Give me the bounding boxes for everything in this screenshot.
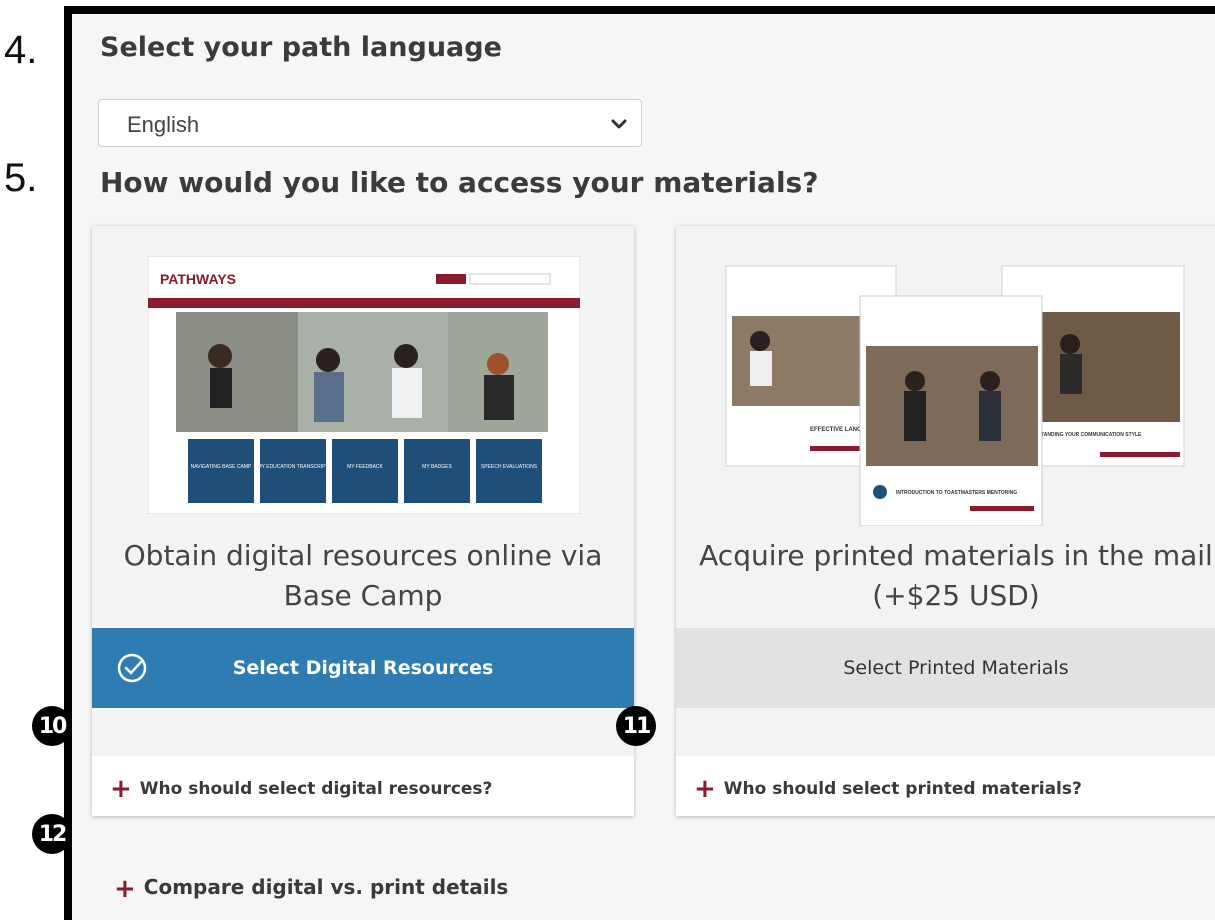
select-printed-materials-button[interactable]: Select Printed Materials <box>676 628 1215 708</box>
digital-faq-toggle[interactable]: + Who should select digital resources? <box>92 756 634 816</box>
pathways-logo-text: PATHWAYS <box>160 271 236 287</box>
print-faq-toggle[interactable]: + Who should select printed materials? <box>676 756 1215 816</box>
step-number-4: 4. <box>4 28 38 72</box>
printed-materials-card[interactable]: EFFECTIVE LANG UNDERSTANDING YOUR COMMUN… <box>676 226 1215 816</box>
compare-details-toggle[interactable]: + Compare digital vs. print details <box>114 874 508 904</box>
select-printed-label: Select Printed Materials <box>843 657 1069 679</box>
digital-card-title: Obtain digital resources online via Base… <box>123 539 603 612</box>
print-card-title: Acquire printed materials in the mail (+… <box>699 539 1213 612</box>
language-heading: Select your path language <box>100 32 502 63</box>
plus-icon: + <box>110 774 132 804</box>
digital-resources-card[interactable]: PATHWAYS NAVIGATING BASE CAMP MY EDUCATI… <box>92 226 634 816</box>
access-heading: How would you like to access your materi… <box>100 166 819 199</box>
tile-label: MY EDUCATION TRANSCRIPT <box>257 464 328 470</box>
annotation-badge-11: 11 <box>616 706 656 746</box>
tile-label: NAVIGATING BASE CAMP <box>191 464 252 470</box>
select-digital-label: Select Digital Resources <box>232 657 494 679</box>
select-digital-resources-button[interactable]: Select Digital Resources <box>92 628 634 708</box>
annotation-badge-10: 10 <box>32 706 72 746</box>
print-faq-label: Who should select printed materials? <box>723 779 1082 799</box>
printed-books-image: EFFECTIVE LANG UNDERSTANDING YOUR COMMUN… <box>725 265 1185 526</box>
plus-icon: + <box>694 774 716 804</box>
check-circle-icon <box>117 653 147 683</box>
tile-label: MY FEEDBACK <box>347 464 383 470</box>
chevron-down-icon <box>611 119 627 129</box>
options-panel: Select your path language English How wo… <box>64 6 1215 920</box>
annotation-badge-12: 12 <box>32 814 72 854</box>
step-number-5: 5. <box>4 156 38 200</box>
base-camp-screenshot-image: PATHWAYS NAVIGATING BASE CAMP MY EDUCATI… <box>148 256 580 514</box>
book-title: INTRODUCTION TO TOASTMASTERS MENTORING <box>896 490 1017 496</box>
tile-label: MY BADGES <box>422 464 452 470</box>
compare-label: Compare digital vs. print details <box>143 875 509 899</box>
digital-faq-label: Who should select digital resources? <box>139 779 493 799</box>
book-title: EFFECTIVE LANG <box>810 427 862 433</box>
language-select-value: English <box>127 112 200 137</box>
tile-label: SPEECH EVALUATIONS <box>481 464 538 470</box>
language-select[interactable]: English <box>98 99 642 147</box>
plus-icon: + <box>114 874 136 904</box>
